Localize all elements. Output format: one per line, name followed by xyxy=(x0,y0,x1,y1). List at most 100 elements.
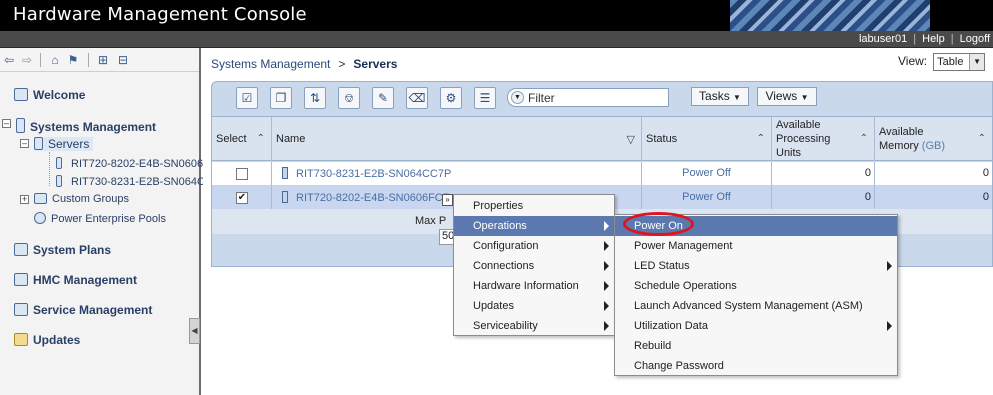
menu-item-connections[interactable]: Connections xyxy=(454,256,614,276)
menu-item-change-password[interactable]: Change Password xyxy=(615,356,897,376)
service-icon xyxy=(14,303,28,316)
banner-graphic-end xyxy=(930,0,993,31)
edit-sort-icon[interactable]: ✎ xyxy=(372,87,394,109)
clear-filters-icon[interactable]: ⎊ xyxy=(338,87,360,109)
sort-icon: ⌃ xyxy=(977,133,986,144)
quick-filter-icon[interactable]: ☰ xyxy=(474,87,496,109)
select-all-icon[interactable]: ☑ xyxy=(236,87,258,109)
submenu-arrow-icon xyxy=(887,321,892,331)
submenu-arrow-icon xyxy=(604,261,609,271)
help-link[interactable]: Help xyxy=(922,33,945,45)
nav-server-rit730[interactable]: RIT730-8231-E2B-SN064C xyxy=(56,175,205,188)
deselect-all-icon[interactable]: ❐ xyxy=(270,87,292,109)
hmc-icon xyxy=(14,273,28,286)
column-header-memory[interactable]: Available Memory (GB) ⌃ xyxy=(875,117,992,161)
breadcrumb-systems-management[interactable]: Systems Management xyxy=(211,57,330,71)
custom-groups-expander[interactable]: + xyxy=(20,195,29,204)
forward-arrow-icon[interactable]: ⇨ xyxy=(20,53,34,67)
menu-item-rebuild[interactable]: Rebuild xyxy=(615,336,897,356)
tasks-menu-button[interactable]: Tasks ▼ xyxy=(691,87,749,106)
nav-power-enterprise-pools[interactable]: Power Enterprise Pools xyxy=(34,212,166,225)
nav-custom-groups[interactable]: Custom Groups xyxy=(34,193,129,205)
pools-icon xyxy=(34,212,46,224)
nav-service-management[interactable]: Service Management xyxy=(14,303,152,317)
menu-item-properties[interactable]: Properties xyxy=(454,196,614,216)
submenu-arrow-icon xyxy=(604,221,609,231)
submenu-arrow-icon xyxy=(604,301,609,311)
menu-item-schedule-operations[interactable]: Schedule Operations xyxy=(615,276,897,296)
nav-server-rit720[interactable]: RIT720-8202-E4B-SN0606 xyxy=(56,157,203,170)
menu-item-updates[interactable]: Updates xyxy=(454,296,614,316)
operations-submenu: Power On Power Management LED Status Sch… xyxy=(614,214,898,376)
submenu-arrow-icon xyxy=(604,321,609,331)
home-tasks-icon[interactable]: ⚑ xyxy=(66,53,80,67)
views-menu-button[interactable]: Views ▼ xyxy=(757,87,817,106)
submenu-arrow-icon xyxy=(604,281,609,291)
chevron-down-icon[interactable]: ▼ xyxy=(511,91,524,104)
home-icon[interactable]: ⌂ xyxy=(48,53,62,67)
table-row[interactable]: RIT730-8231-E2B-SN064CC7P Power Off 0 0 xyxy=(212,162,992,186)
collapse-all-icon[interactable]: ⊟ xyxy=(116,53,130,67)
menu-item-hardware-information[interactable]: Hardware Information xyxy=(454,276,614,296)
menu-item-utilization-data[interactable]: Utilization Data xyxy=(615,316,897,336)
submenu-arrow-icon xyxy=(604,241,609,251)
menu-item-launch-asm[interactable]: Launch Advanced System Management (ASM) xyxy=(615,296,897,316)
column-header-select[interactable]: Select ⌃ xyxy=(212,117,272,161)
navigation-pane: ⇦ ⇨ ⌂ ⚑ ⊞ ⊟ Welcome – Systems Management… xyxy=(0,48,205,395)
show-filter-row-icon[interactable]: ⇅ xyxy=(304,87,326,109)
view-dropdown[interactable]: Table ▼ xyxy=(933,53,986,71)
server-icon xyxy=(282,167,288,179)
logoff-link[interactable]: Logoff xyxy=(960,33,990,45)
context-menu-launcher-icon[interactable]: » xyxy=(442,194,453,206)
status-text[interactable]: Power Off xyxy=(642,191,771,203)
welcome-icon xyxy=(14,88,28,101)
column-header-name[interactable]: Name ▽ xyxy=(272,117,642,161)
nav-hmc-management[interactable]: HMC Management xyxy=(14,273,137,287)
server-name-link[interactable]: RIT730-8231-E2B-SN064CC7P xyxy=(282,167,451,180)
collapse-nav-icon[interactable]: ◀ xyxy=(189,318,200,344)
user-bar: labuser01 | Help | Logoff xyxy=(0,31,993,48)
menu-item-serviceability[interactable]: Serviceability xyxy=(454,316,614,336)
servers-expander[interactable]: – xyxy=(20,139,29,148)
status-text[interactable]: Power Off xyxy=(642,167,771,179)
view-selector: View: Table ▼ xyxy=(898,53,986,71)
row-checkbox[interactable]: ✔ xyxy=(236,192,248,204)
configure-columns-icon[interactable]: ⚙ xyxy=(440,87,462,109)
server-name-link[interactable]: RIT720-8202-E4B-SN0606FCR xyxy=(282,191,451,204)
app-banner: Hardware Management Console xyxy=(0,0,993,31)
server-icon xyxy=(282,191,288,203)
clear-sorts-icon[interactable]: ⌫ xyxy=(406,87,428,109)
menu-item-configuration[interactable]: Configuration xyxy=(454,236,614,256)
nav-updates[interactable]: Updates xyxy=(14,333,80,347)
column-header-processing-units[interactable]: Available Processing Units ⌃ xyxy=(772,117,875,161)
row-checkbox[interactable] xyxy=(236,168,248,180)
banner-graphic xyxy=(730,0,930,31)
systems-icon xyxy=(16,118,25,133)
menu-item-operations[interactable]: Operations xyxy=(454,216,614,236)
app-title: Hardware Management Console xyxy=(13,4,307,25)
table-header: Select ⌃ Name ▽ Status ⌃ Available Processi… xyxy=(212,116,992,161)
server-icon xyxy=(56,157,62,169)
nav-welcome[interactable]: Welcome xyxy=(14,88,85,102)
nav-servers[interactable]: Servers xyxy=(34,137,94,151)
breadcrumb-servers: Servers xyxy=(353,57,398,71)
updates-icon xyxy=(14,333,28,346)
systems-management-expander[interactable]: – xyxy=(2,119,11,128)
max-page-label: Max P xyxy=(415,215,447,227)
nav-system-plans[interactable]: System Plans xyxy=(14,243,111,257)
chevron-down-icon: ▼ xyxy=(969,54,985,70)
breadcrumb: Systems Management > Servers xyxy=(211,57,398,71)
menu-item-led-status[interactable]: LED Status xyxy=(615,256,897,276)
expand-all-icon[interactable]: ⊞ xyxy=(96,53,110,67)
back-arrow-icon[interactable]: ⇦ xyxy=(2,53,16,67)
filter-input[interactable]: ▼ Filter xyxy=(507,88,669,107)
nav-systems-management[interactable]: Systems Management xyxy=(16,118,156,134)
context-menu: Properties Operations Configuration Conn… xyxy=(453,194,615,336)
sort-icon: ⌃ xyxy=(756,133,765,144)
sort-icon: ⌃ xyxy=(256,133,265,144)
custom-groups-icon xyxy=(34,193,47,204)
column-header-status[interactable]: Status ⌃ xyxy=(642,117,772,161)
menu-item-power-management[interactable]: Power Management xyxy=(615,236,897,256)
nav-toolbar: ⇦ ⇨ ⌂ ⚑ ⊞ ⊟ xyxy=(0,48,199,72)
sort-descending-icon: ▽ xyxy=(626,134,635,146)
